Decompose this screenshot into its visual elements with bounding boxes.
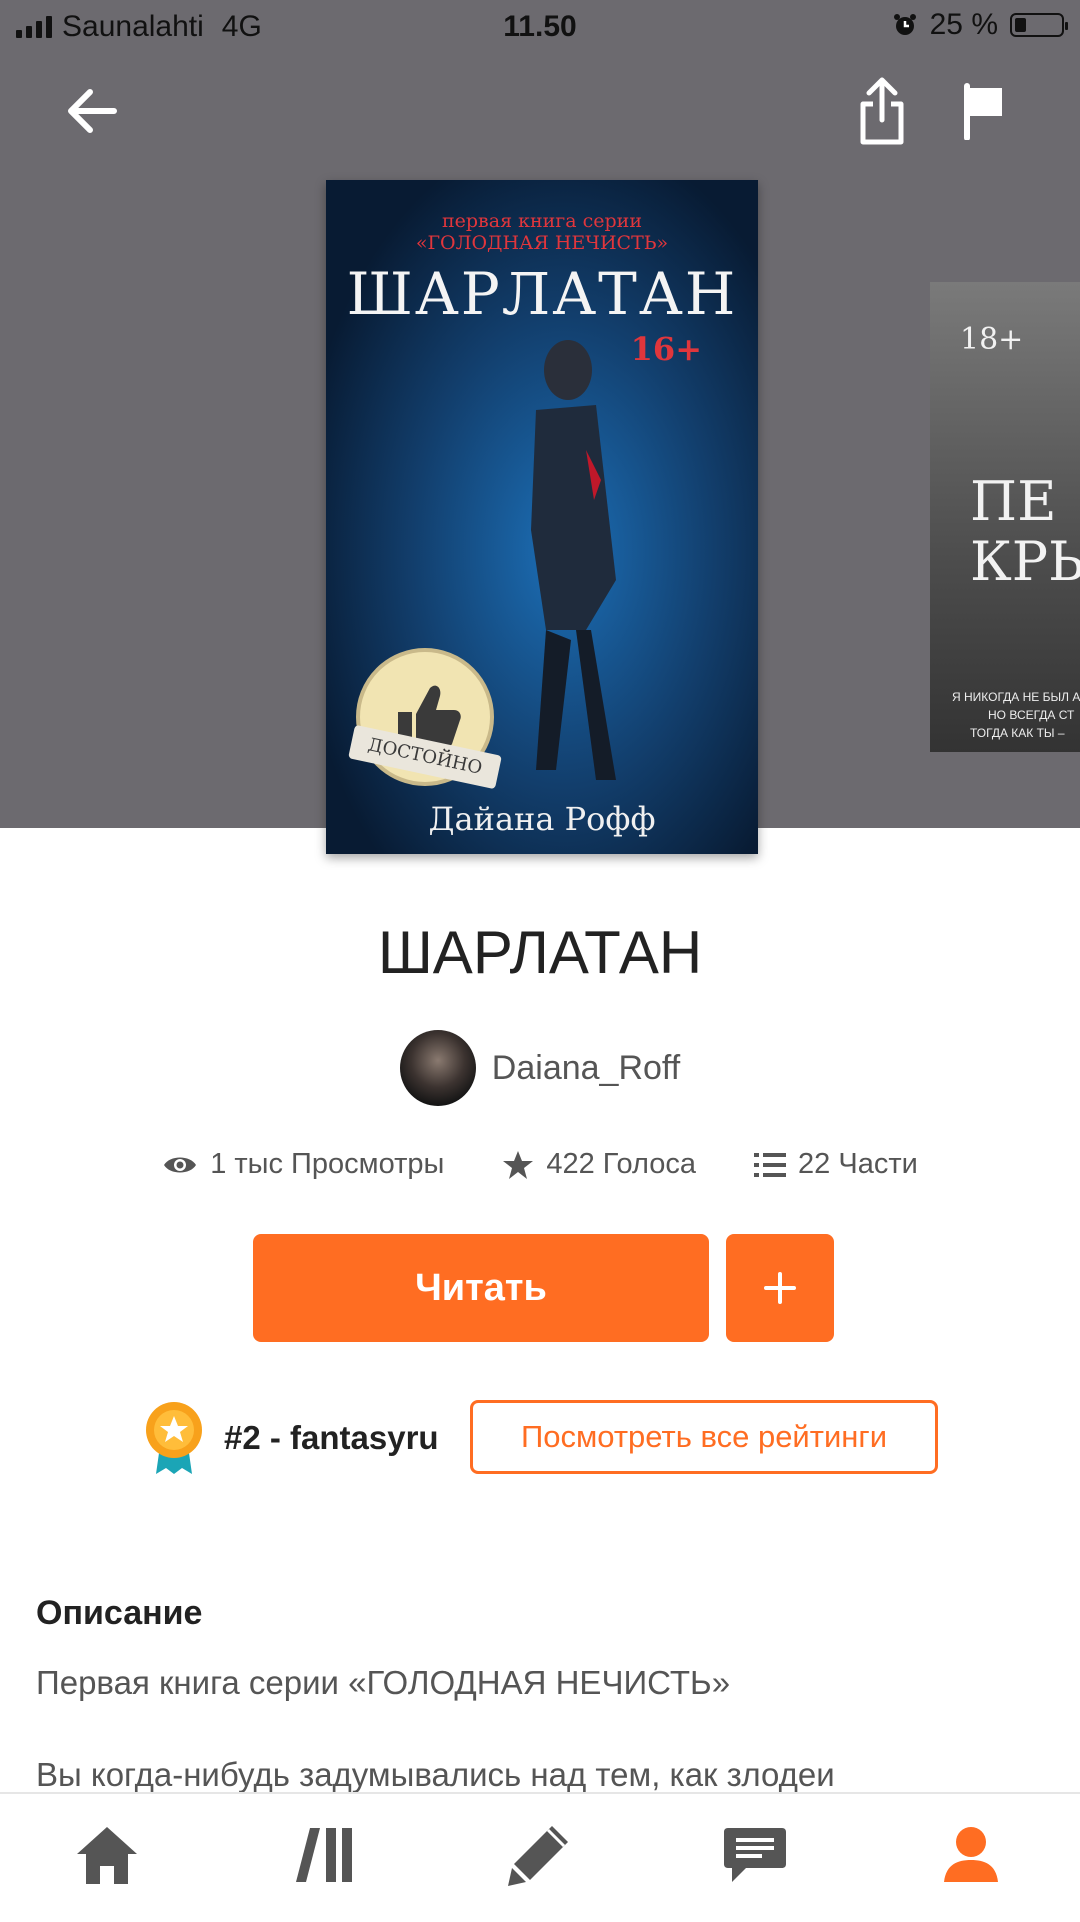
add-to-library-button[interactable]	[726, 1234, 834, 1342]
votes-count: 422 Голоса	[546, 1148, 697, 1180]
book-title: ШАРЛАТАН	[377, 919, 703, 986]
cover-author: Дайана Рофф	[428, 800, 656, 838]
battery-fill	[1015, 18, 1026, 32]
library-icon	[296, 1828, 352, 1882]
eye-icon	[164, 1157, 197, 1172]
next-cover-text: Я НИКОГДА НЕ БЫЛ АНГ НО ВСЕГДА СТ ТОГДА …	[952, 688, 1080, 742]
rank-text: #2 - fantasyru	[224, 1419, 439, 1456]
alarm-icon	[893, 14, 916, 35]
arrow-left-icon	[68, 89, 117, 133]
tab-messages[interactable]	[720, 1820, 790, 1890]
next-cover-age: 18+	[960, 322, 1024, 357]
cover-series-line1: первая книга серии	[441, 210, 643, 232]
view-all-rankings-button[interactable]: Посмотреть все рейтинги	[470, 1400, 938, 1474]
ranking-row: #2 - fantasyru	[142, 1400, 439, 1476]
tab-library[interactable]	[290, 1820, 360, 1890]
cover-title: ШАРЛАТАН	[346, 260, 738, 328]
plus-icon	[764, 1272, 796, 1304]
star-icon	[503, 1150, 534, 1179]
report-button[interactable]	[962, 82, 1008, 145]
list-icon	[754, 1152, 787, 1177]
description-line-2: Вы когда-нибудь задумывались над тем, ка…	[36, 1756, 835, 1793]
author-name[interactable]: Daiana_Roff	[492, 1049, 680, 1088]
cover-figure-illustration	[531, 340, 616, 780]
avatar[interactable]	[399, 1030, 476, 1106]
tab-profile[interactable]	[936, 1820, 1006, 1890]
stat-votes: 422 Голоса	[502, 1148, 696, 1181]
parts-count: 22 Части	[798, 1148, 918, 1180]
next-cover-text-line1: Я НИКОГДА НЕ БЫЛ АНГ	[952, 690, 1080, 704]
next-book-cover[interactable]: 18+ ПЕ КРЫ Я НИКОГДА НЕ БЫЛ АНГ НО ВСЕГД…	[930, 282, 1080, 752]
next-cover-text-line2: НО ВСЕГДА СТ	[988, 708, 1075, 722]
flag-icon	[964, 83, 1002, 141]
stat-views: 1 тыс Просмотры	[162, 1148, 444, 1181]
next-cover-title-line1: ПЕ	[970, 470, 1057, 533]
back-button[interactable]	[62, 80, 124, 147]
author-row[interactable]: Daiana_Roff	[0, 1030, 1080, 1106]
tab-write[interactable]	[504, 1820, 574, 1890]
read-button[interactable]: Читать	[253, 1234, 709, 1342]
cover-series-line2: «ГОЛОДНАЯ НЕЧИСТЬ»	[415, 232, 669, 254]
stat-parts: 22 Части	[754, 1148, 918, 1181]
views-count: 1 тыс Просмотры	[210, 1148, 445, 1180]
message-icon	[724, 1828, 786, 1882]
battery-percent: 25 %	[929, 8, 998, 41]
description-heading: Описание	[36, 1594, 203, 1632]
cover-series: первая книга серии «ГОЛОДНАЯ НЕЧИСТЬ»	[326, 210, 758, 254]
tab-home[interactable]	[72, 1820, 142, 1890]
profile-icon	[944, 1827, 998, 1882]
bottom-tab-bar	[0, 1792, 1080, 1922]
book-cover[interactable]: первая книга серии «ГОЛОДНАЯ НЕЧИСТЬ» ША…	[326, 180, 758, 854]
book-stats: 1 тыс Просмотры 422 Голоса 22 Части	[0, 1148, 1080, 1181]
status-bar: Saunalahti 4G 11.50 25 %	[0, 0, 1080, 56]
next-cover-title-line2: КРЫ	[970, 530, 1080, 593]
pencil-icon	[508, 1826, 568, 1886]
battery-icon	[1010, 13, 1068, 37]
medal-icon	[146, 1402, 202, 1474]
description-line-1: Первая книга серии «ГОЛОДНАЯ НЕЧИСТЬ»	[36, 1664, 731, 1701]
share-button[interactable]	[856, 76, 908, 151]
share-icon	[860, 77, 904, 145]
next-cover-title: ПЕ КРЫ	[970, 472, 1080, 592]
status-right: 25 %	[892, 8, 1068, 42]
home-icon	[77, 1827, 137, 1884]
next-cover-text-line3: ТОГДА КАК ТЫ –	[970, 726, 1065, 740]
